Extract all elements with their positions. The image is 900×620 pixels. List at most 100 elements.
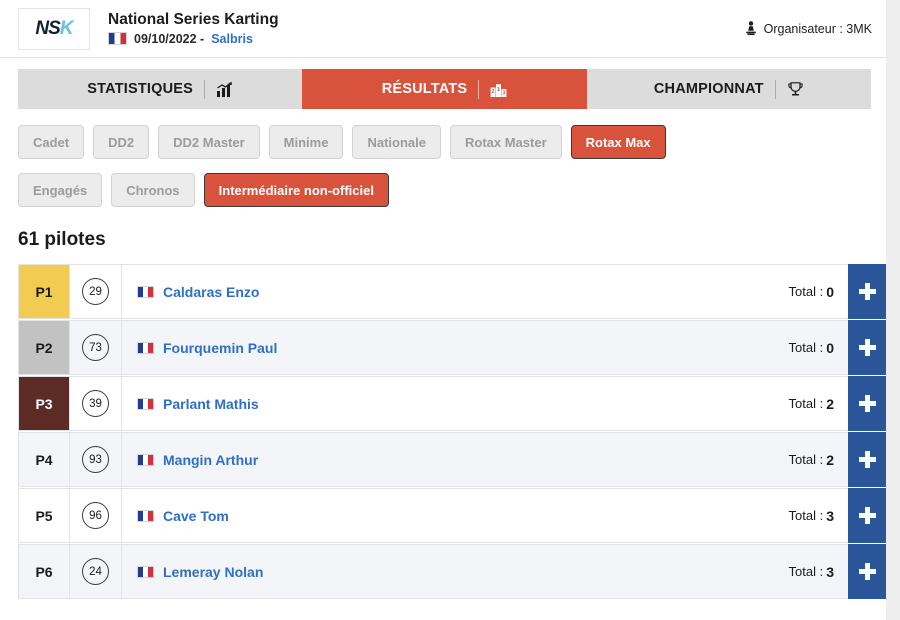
filter-intermediaire[interactable]: Intermédiaire non-officiel [203,173,389,207]
tab-resultats[interactable]: RÉSULTATS 2 1 3 [302,69,587,109]
expand-row-button[interactable] [848,488,886,543]
pilot-cell: Mangin Arthur [122,433,789,486]
filter-nationale-label: Nationale [367,134,426,150]
event-header: NSK National Series Karting 09/10/2022 -… [0,0,886,58]
filter-dd2-master[interactable]: DD2 Master [158,125,260,159]
pilot-cell: Cave Tom [122,489,789,542]
filter-intermediaire-label: Intermédiaire non-officiel [218,182,374,198]
total-value: 3 [826,507,834,524]
position-badge: P4 [19,433,70,486]
total-cell: Total : 3 [789,545,848,598]
total-value: 2 [826,395,834,412]
filter-dd2[interactable]: DD2 [93,125,150,159]
filter-dd2-label: DD2 [108,134,135,150]
table-row[interactable]: P2 73 Fourquemin Paul Total : 0 [18,320,886,375]
tab-championnat-label: CHAMPIONNAT [653,81,764,97]
kart-number: 39 [82,390,109,417]
podium-person-icon [745,21,756,35]
kart-number: 73 [82,334,109,361]
filter-rotax-max[interactable]: Rotax Max [570,125,666,159]
total-value: 2 [826,451,834,468]
position-badge: P2 [19,321,70,374]
table-row[interactable]: P1 29 Caldaras Enzo Total : 0 [18,264,886,319]
position-badge: P3 [19,377,70,430]
bar-chart-icon [217,81,232,97]
pilot-cell: Caldaras Enzo [122,265,789,318]
french-flag-icon [137,397,154,410]
pilot-cell: Parlant Mathis [122,377,789,430]
tab-championnat[interactable]: CHAMPIONNAT [586,69,871,109]
filter-dd2-master-label: DD2 Master [173,134,245,150]
table-row[interactable]: P5 96 Cave Tom Total : 3 [18,488,886,543]
pilot-name-link[interactable]: Lemeray Nolan [163,564,263,580]
kart-number-cell: 39 [70,377,122,430]
kart-number-cell: 93 [70,433,122,486]
total-cell: Total : 2 [789,433,848,486]
nsk-logo-text-dark: NS [35,17,60,39]
filter-engages[interactable]: Engagés [18,173,103,207]
tab-statistiques-label: STATISTIQUES [87,81,194,97]
filter-chronos-label: Chronos [126,182,180,198]
kart-number: 24 [82,558,109,585]
plus-icon [858,395,876,412]
pilot-cell: Lemeray Nolan [122,545,789,598]
table-row[interactable]: P6 24 Lemeray Nolan Total : 3 [18,544,886,599]
total-label: Total : [788,284,824,299]
svg-text:1: 1 [497,87,500,93]
french-flag-icon [108,32,127,46]
filter-nationale[interactable]: Nationale [352,125,441,159]
results-page: NSK National Series Karting 09/10/2022 -… [0,0,886,620]
filter-chronos[interactable]: Chronos [111,173,195,207]
filter-rotax-master-label: Rotax Master [464,134,547,150]
french-flag-icon [137,341,154,354]
total-label: Total : [788,564,824,579]
total-cell: Total : 0 [789,265,848,318]
pilot-count-heading: 61 pilotes [18,229,106,250]
tab-divider [478,79,480,99]
pilot-name-link[interactable]: Cave Tom [163,508,229,524]
total-cell: Total : 0 [789,321,848,374]
event-city-link[interactable]: Salbris [211,32,253,46]
pilot-cell: Fourquemin Paul [122,321,789,374]
tab-statistiques[interactable]: STATISTIQUES [18,69,303,109]
table-row[interactable]: P4 93 Mangin Arthur Total : 2 [18,432,886,487]
kart-number: 93 [82,446,109,473]
expand-row-button[interactable] [848,432,886,487]
svg-text:2: 2 [492,89,495,95]
position-badge: P1 [19,265,70,318]
filter-rotax-master[interactable]: Rotax Master [449,125,562,159]
plus-icon [858,339,876,356]
session-filter-row: Engagés Chronos Intermédiaire non-offici… [0,159,886,207]
filter-cadet[interactable]: Cadet [18,125,85,159]
expand-row-button[interactable] [848,264,886,319]
podium-icon: 2 1 3 [490,83,507,97]
total-value: 0 [826,283,834,300]
pilot-name-link[interactable]: Parlant Mathis [163,396,259,412]
nsk-logo-text-light: K [59,17,74,39]
results-list: P1 29 Caldaras Enzo Total : 0 P2 73 Four… [0,264,886,599]
filter-cadet-label: Cadet [33,134,70,150]
svg-text:3: 3 [503,90,506,96]
expand-row-button[interactable] [848,544,886,599]
trophy-icon [788,81,803,95]
expand-row-button[interactable] [848,376,886,431]
tab-resultats-label: RÉSULTATS [381,81,468,97]
organiser-label: Organisateur : 3MK [763,21,872,36]
plus-icon [858,507,876,524]
expand-row-button[interactable] [848,320,886,375]
event-subtitle: 09/10/2022 - Salbris [108,32,279,46]
table-row[interactable]: P3 39 Parlant Mathis Total : 2 [18,376,886,431]
pilot-name-link[interactable]: Fourquemin Paul [163,340,277,356]
pilot-name-link[interactable]: Mangin Arthur [163,452,258,468]
total-label: Total : [788,340,824,355]
position-badge: P5 [19,489,70,542]
page-title: National Series Karting [108,11,279,29]
tab-divider [204,79,206,99]
nsk-logo-text: NSK [35,17,74,40]
kart-number-cell: 96 [70,489,122,542]
filter-minime[interactable]: Minime [268,125,344,159]
category-filter-row: Cadet DD2 DD2 Master Minime Nationale Ro… [0,109,886,159]
pilot-name-link[interactable]: Caldaras Enzo [163,284,259,300]
filter-minime-label: Minime [283,134,329,150]
organiser-info: Organisateur : 3MK [744,21,872,36]
